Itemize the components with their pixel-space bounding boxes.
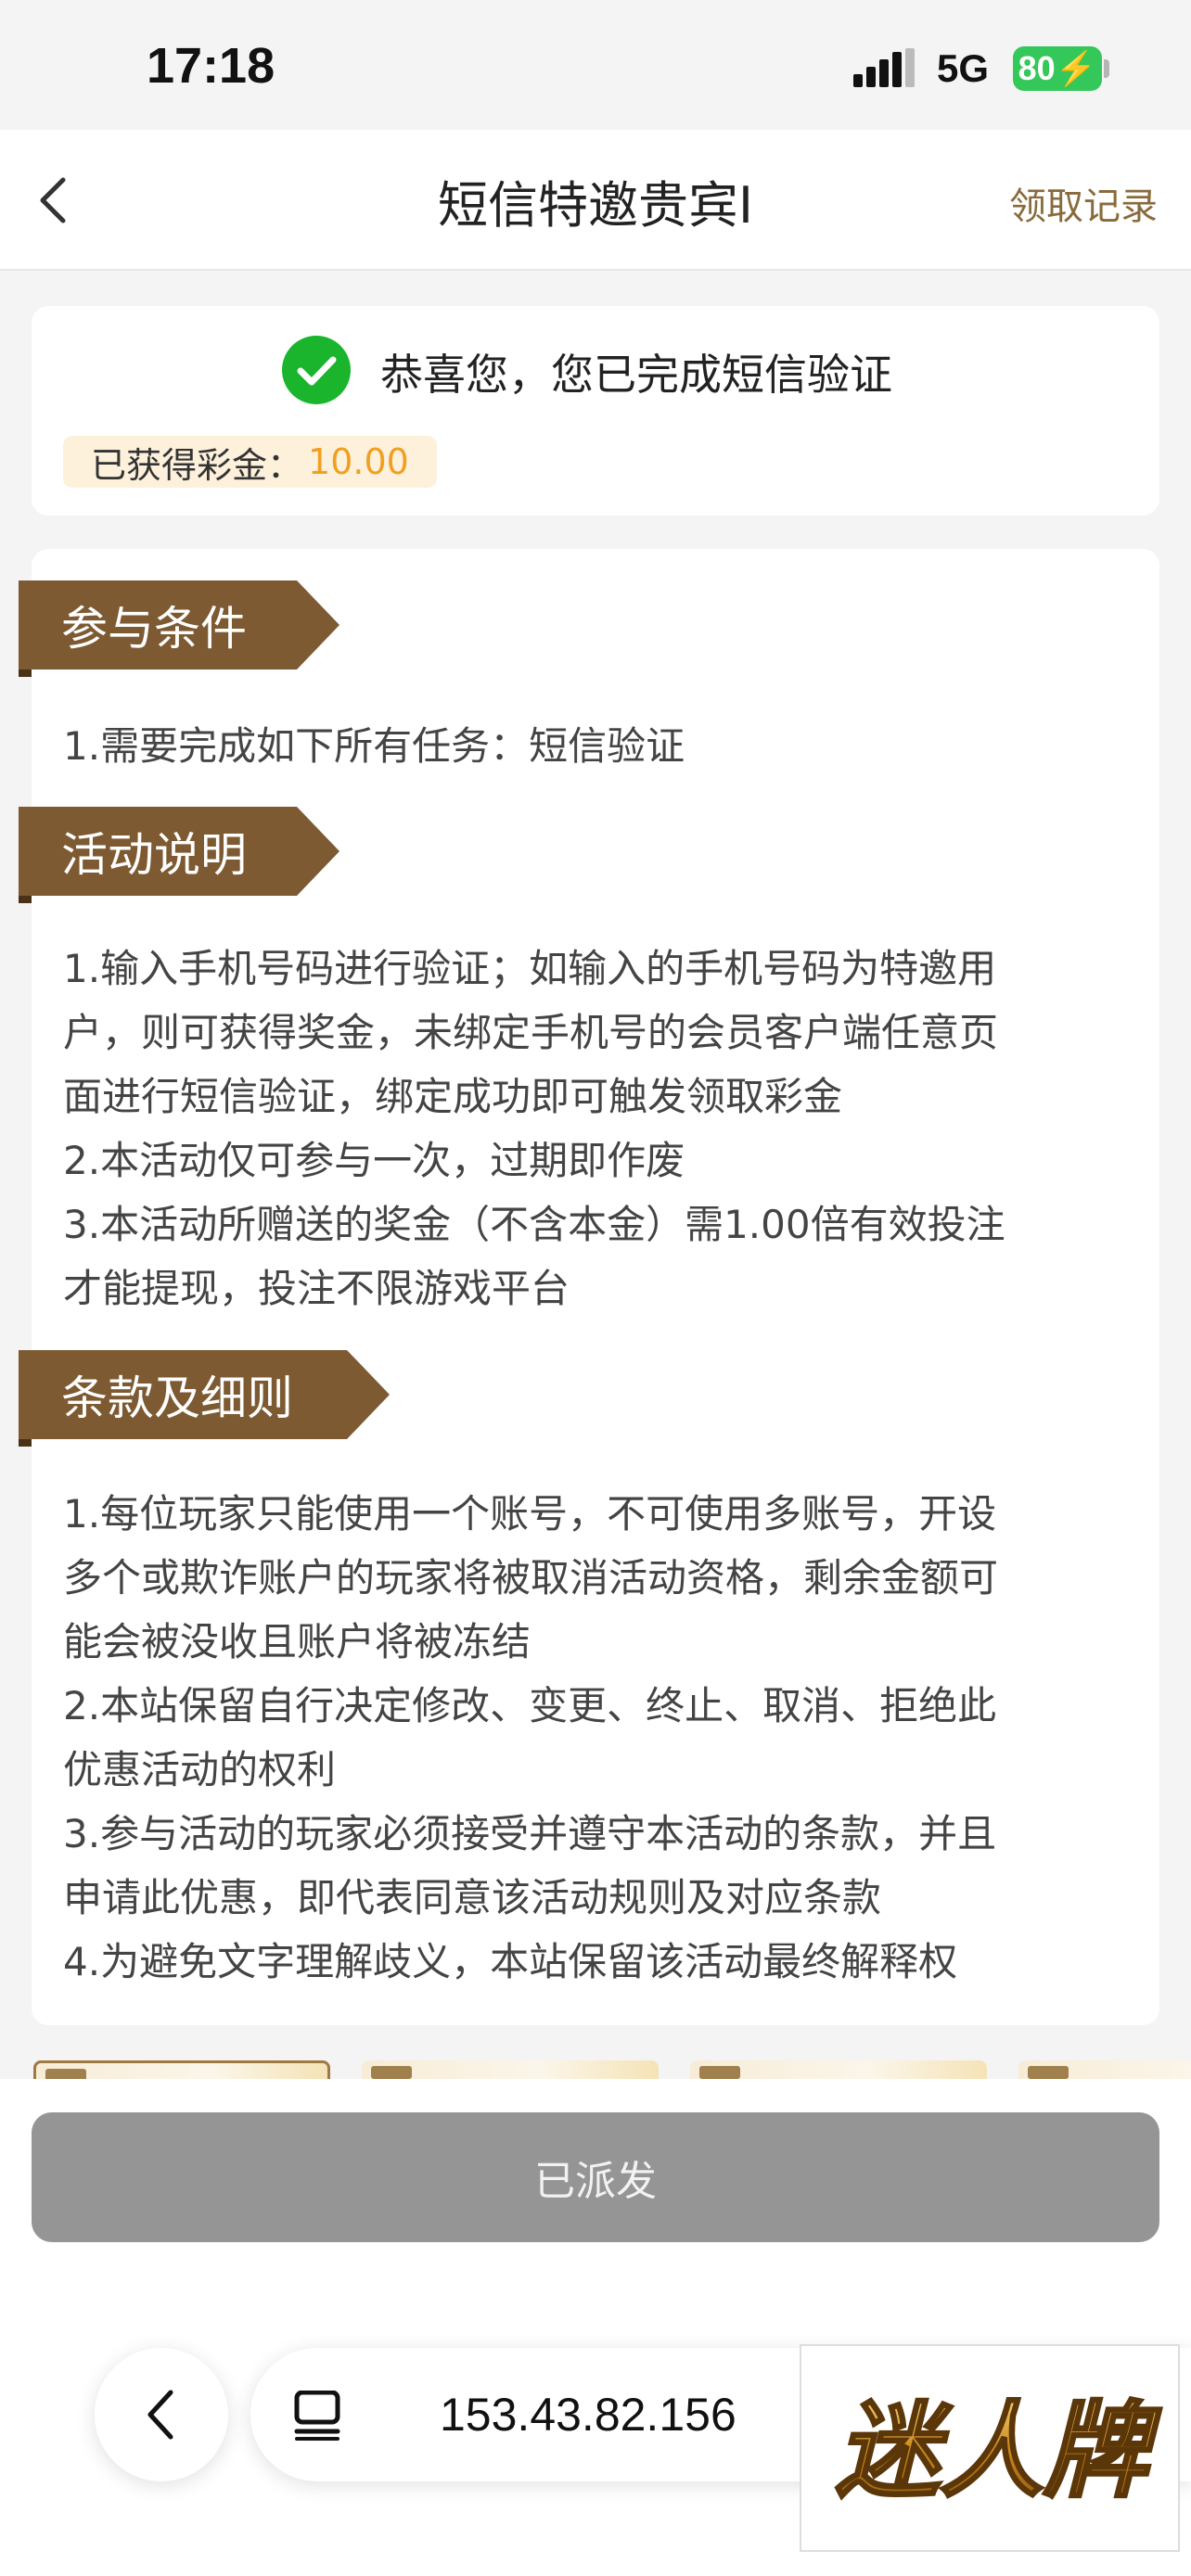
section-line: 1.每位玩家只能使用一个账号，不可使用多账号，开设	[63, 1491, 997, 1537]
promo-thumbnail-strip	[0, 2051, 1191, 2079]
section-line: 2.本活动仅可参与一次，过期即作废	[63, 1138, 685, 1183]
success-message: 恭喜您，您已完成短信验证	[380, 350, 892, 400]
promo-thumbnail[interactable]	[362, 2060, 659, 2079]
section-line: 1.需要完成如下所有任务：短信验证	[63, 723, 685, 769]
bonus-label: 已获得彩金：	[91, 444, 303, 486]
back-icon[interactable]	[33, 172, 74, 228]
success-card: 恭喜您，您已完成短信验证 已获得彩金： 10.00	[32, 306, 1159, 516]
rules-card: 参与条件 1.需要完成如下所有任务：短信验证 活动说明 1.输入手机号码进行验证…	[19, 549, 1159, 2025]
nav-bar: 短信特邀贵宾I 领取记录	[0, 130, 1191, 271]
thumbnail-tag	[45, 2069, 86, 2079]
section-title: 条款及细则	[61, 1371, 293, 1425]
bonus-value: 10.00	[308, 441, 409, 482]
chevron-left-icon	[147, 2390, 173, 2440]
promo-thumbnail[interactable]	[690, 2060, 987, 2079]
section-body-description: 1.输入手机号码进行验证；如输入的手机号码为特邀用 户，则可获得奖金，未绑定手机…	[63, 937, 1139, 1320]
watermark-logo: 迷人牌	[800, 2344, 1180, 2552]
network-label: 5G	[937, 46, 990, 90]
section-line: 3.参与活动的玩家必须接受并遵守本活动的条款，并且	[63, 1811, 997, 1856]
battery-indicator: 80 ⚡	[1013, 46, 1102, 91]
section-line: 3.本活动所赠送的奖金（不含本金）需1.00倍有效投注	[63, 1202, 1005, 1247]
browser-back-button[interactable]	[95, 2348, 228, 2481]
section-line: 申请此优惠，即代表同意该活动规则及对应条款	[63, 1875, 882, 1920]
check-circle-icon	[282, 336, 351, 404]
url-text: 153.43.82.156	[440, 2389, 736, 2441]
status-time: 17:18	[147, 38, 275, 94]
battery-level: 80	[1018, 49, 1056, 87]
section-line: 2.本站保留自行决定修改、变更、终止、取消、拒绝此	[63, 1683, 997, 1728]
thumbnail-tag	[699, 2066, 740, 2079]
status-bar: 17:18 5G 80 ⚡	[0, 0, 1191, 130]
section-line: 面进行短信验证，绑定成功即可触发领取彩金	[63, 1074, 843, 1119]
section-header-description: 活动说明	[19, 807, 339, 903]
bonus-badge: 已获得彩金： 10.00	[63, 436, 437, 488]
section-title: 参与条件	[61, 602, 247, 656]
thumbnail-tag	[371, 2066, 412, 2079]
charging-icon: ⚡	[1055, 49, 1097, 87]
battery-tip	[1104, 59, 1109, 78]
svg-text:迷人牌: 迷人牌	[836, 2391, 1162, 2512]
section-body-conditions: 1.需要完成如下所有任务：短信验证	[63, 714, 1139, 778]
signal-icon	[853, 48, 915, 87]
section-title: 活动说明	[61, 828, 247, 882]
section-line: 1.输入手机号码进行验证；如输入的手机号码为特邀用	[63, 946, 997, 991]
section-line: 4.为避免文字理解歧义，本站保留该活动最终解释权	[63, 1939, 958, 1984]
section-header-conditions: 参与条件	[19, 580, 339, 677]
thumbnail-tag	[1028, 2066, 1069, 2079]
section-line: 能会被没收且账户将被冻结	[63, 1619, 531, 1664]
section-line: 优惠活动的权利	[63, 1747, 337, 1792]
promo-thumbnail[interactable]	[33, 2060, 330, 2079]
section-line: 户，则可获得奖金，未绑定手机号的会员客户端任意页	[63, 1010, 999, 1055]
promo-thumbnail[interactable]	[1018, 2060, 1191, 2079]
watermark-logo-image: 迷人牌	[835, 2391, 1164, 2514]
section-body-terms: 1.每位玩家只能使用一个账号，不可使用多账号，开设 多个或欺诈账户的玩家将被取消…	[63, 1482, 1139, 1994]
section-line: 多个或欺诈账户的玩家将被取消活动资格，剩余金额可	[63, 1555, 999, 1600]
dispatched-button[interactable]: 已派发	[32, 2112, 1159, 2242]
section-line: 才能提现，投注不限游戏平台	[63, 1266, 570, 1311]
page-menu-icon[interactable]	[293, 2391, 341, 2441]
record-link[interactable]: 领取记录	[1009, 176, 1158, 230]
section-header-terms: 条款及细则	[19, 1350, 390, 1447]
